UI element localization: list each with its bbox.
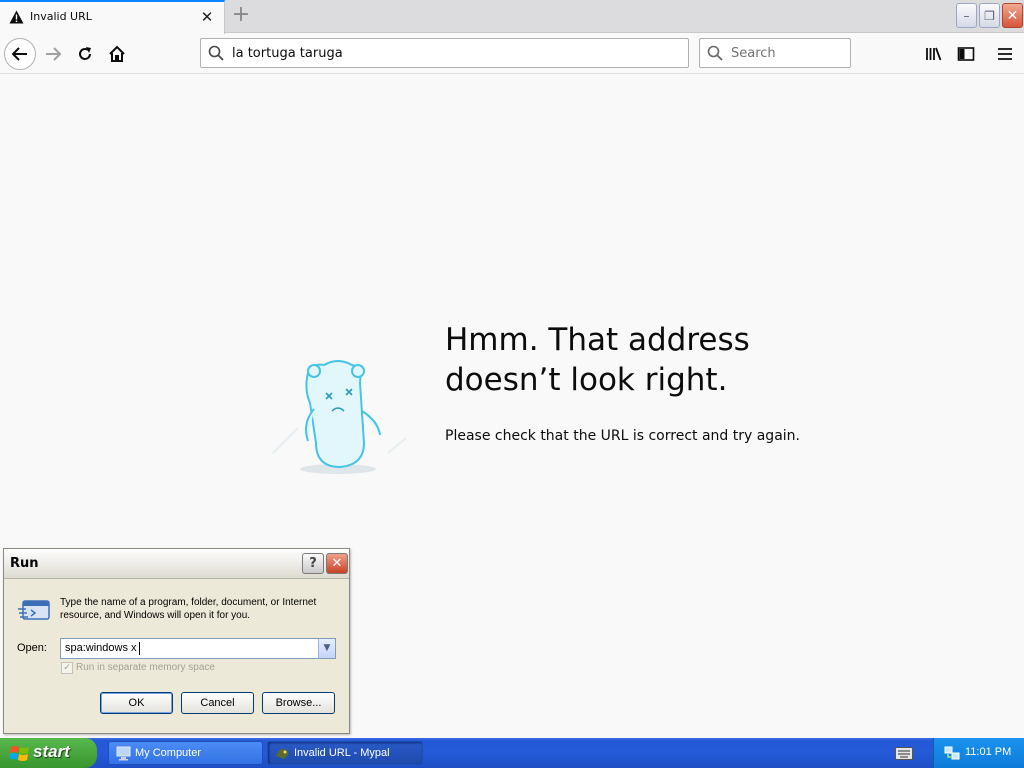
run-dialog-title: Run	[10, 556, 39, 571]
close-icon: ✕	[331, 556, 343, 571]
taskbar-item-label: My Computer	[135, 747, 202, 759]
run-dialog: Run ? ✕ Type the name of a program, fold…	[3, 548, 350, 734]
search-icon	[707, 45, 723, 61]
restore-icon: ❐	[984, 9, 995, 23]
back-button[interactable]	[4, 38, 36, 70]
taskbar-item-label: Invalid URL - Mypal	[294, 747, 390, 759]
taskbar-item-my-computer[interactable]: My Computer	[108, 741, 263, 765]
open-combobox[interactable]: spa:windows x ▼	[60, 638, 336, 659]
tab-strip: Invalid URL ✕ + – ❐ ✕	[0, 0, 1024, 34]
search-icon	[208, 45, 224, 61]
tab-invalid-url[interactable]: Invalid URL ✕	[0, 0, 225, 34]
minimize-button[interactable]: –	[956, 3, 977, 28]
forward-arrow-icon	[46, 47, 62, 61]
sidebar-button[interactable]	[950, 38, 982, 70]
network-icon[interactable]	[944, 745, 960, 761]
new-tab-button[interactable]: +	[230, 3, 252, 29]
library-icon	[926, 47, 942, 61]
reload-button[interactable]	[69, 38, 101, 70]
menu-button[interactable]	[989, 38, 1021, 70]
taskbar: start My Computer Invalid URL - Mypal 11…	[0, 738, 1024, 768]
reload-icon	[79, 47, 91, 60]
home-button[interactable]	[101, 38, 133, 70]
back-arrow-icon	[11, 47, 27, 61]
error-description: Please check that the URL is correct and…	[445, 428, 800, 444]
error-illustration	[272, 360, 407, 474]
chevron-down-icon: ▼	[323, 643, 331, 653]
run-dialog-description: Type the name of a program, folder, docu…	[60, 597, 317, 621]
close-window-button[interactable]: ✕	[1002, 3, 1023, 28]
keyboard-icon[interactable]	[895, 747, 913, 760]
tab-close-icon[interactable]: ✕	[198, 8, 216, 26]
ok-button[interactable]: OK	[100, 692, 173, 714]
tab-title: Invalid URL	[30, 10, 92, 23]
error-title: Hmm. That address doesn’t look right.	[445, 320, 865, 400]
text-caret	[139, 642, 140, 655]
search-placeholder[interactable]: Search	[731, 46, 776, 61]
cancel-button[interactable]: Cancel	[181, 692, 254, 714]
run-program-icon	[18, 600, 50, 620]
open-input[interactable]: spa:windows x	[65, 642, 137, 654]
clock[interactable]: 11:01 PM	[965, 746, 1011, 758]
separate-memory-checkbox[interactable]: ✓	[61, 662, 73, 674]
run-dialog-titlebar[interactable]: Run ? ✕	[4, 549, 349, 579]
minimize-icon: –	[963, 9, 970, 23]
library-button[interactable]	[918, 38, 950, 70]
separate-memory-label: Run in separate memory space	[76, 662, 215, 673]
windows-logo-icon	[10, 746, 29, 761]
taskbar-item-browser[interactable]: Invalid URL - Mypal	[267, 741, 423, 765]
navigation-toolbar: la tortuga taruga Search	[0, 34, 1024, 74]
dropdown-arrow-button[interactable]: ▼	[318, 639, 335, 658]
error-title-line-1: Hmm. That address	[445, 322, 750, 358]
hamburger-menu-icon	[998, 48, 1012, 60]
start-button[interactable]: start	[0, 738, 97, 768]
my-computer-icon	[116, 746, 131, 761]
system-tray: 11:01 PM	[933, 738, 1024, 768]
open-label: Open:	[17, 642, 47, 654]
home-icon	[109, 45, 125, 62]
error-title-line-2: doesn’t look right.	[445, 362, 728, 398]
url-bar[interactable]: la tortuga taruga	[200, 38, 689, 68]
restore-button[interactable]: ❐	[979, 3, 1000, 28]
help-button[interactable]: ?	[302, 553, 324, 574]
close-dialog-button[interactable]: ✕	[326, 553, 348, 574]
browse-button[interactable]: Browse...	[262, 692, 335, 714]
mypal-icon	[276, 748, 289, 759]
close-icon: ✕	[1006, 8, 1019, 24]
search-bar[interactable]: Search	[699, 38, 851, 68]
sidebar-icon	[957, 47, 975, 61]
warning-icon	[9, 10, 24, 24]
forward-button[interactable]	[37, 38, 69, 70]
url-input[interactable]: la tortuga taruga	[232, 46, 343, 61]
start-label: start	[33, 742, 70, 761]
